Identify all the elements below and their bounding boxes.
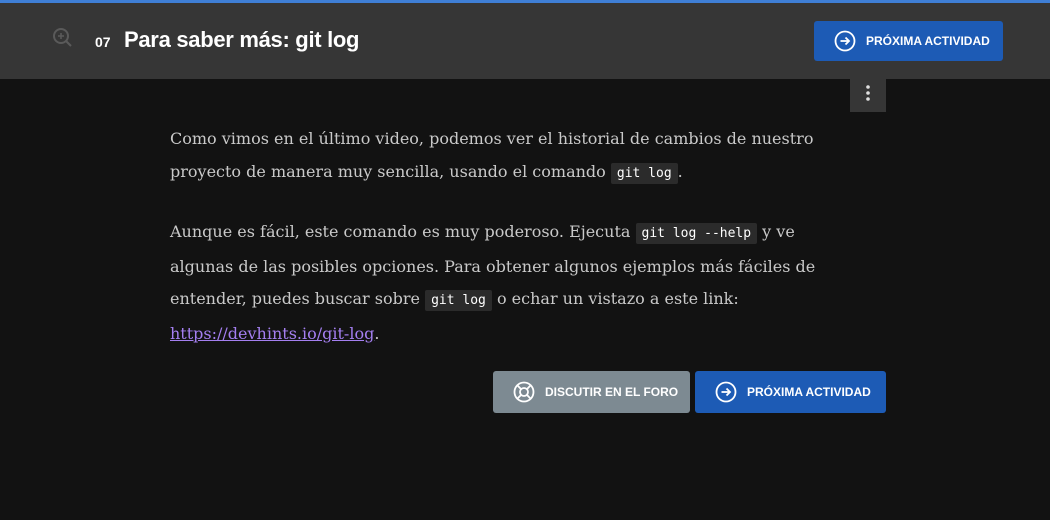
kebab-menu-icon — [865, 84, 871, 107]
paragraph-text: o echar un vistazo a este link: — [491, 289, 739, 308]
next-activity-label: PRÓXIMA ACTIVIDAD — [866, 34, 990, 48]
lifebuoy-icon — [513, 381, 535, 403]
inline-code: git log — [425, 290, 492, 311]
next-activity-button[interactable]: PRÓXIMA ACTIVIDAD — [695, 371, 886, 413]
lesson-number: 07 — [95, 34, 111, 50]
paragraph-1: Como vimos en el último video, podemos v… — [170, 123, 860, 190]
paragraph-text: Aunque es fácil, este comando es muy pod… — [170, 222, 636, 241]
paragraph-text: Como vimos en el último video, podemos v… — [170, 129, 814, 181]
next-activity-label: PRÓXIMA ACTIVIDAD — [747, 385, 871, 399]
paragraph-text: . — [374, 323, 380, 343]
inline-code: git log — [610, 162, 678, 184]
lesson-header: 07 Para saber más: git log PRÓXIMA ACTIV… — [0, 3, 1050, 79]
paragraph-text: . — [677, 161, 683, 181]
paragraph-2: Aunque es fácil, este comando es muy pod… — [170, 216, 860, 350]
arrow-right-circle-icon — [715, 381, 737, 403]
discuss-forum-button[interactable]: DISCUTIR EN EL FORO — [493, 371, 690, 413]
arrow-right-circle-icon — [834, 30, 856, 52]
next-activity-button-header[interactable]: PRÓXIMA ACTIVIDAD — [814, 21, 1003, 61]
discuss-forum-label: DISCUTIR EN EL FORO — [545, 385, 679, 399]
inline-code: git log --help — [635, 223, 758, 244]
lesson-content: Como vimos en el último video, podemos v… — [170, 123, 860, 376]
devhints-link[interactable]: https://devhints.io/git-log — [170, 324, 374, 343]
kebab-menu-button[interactable] — [850, 79, 886, 112]
page-title: Para saber más: git log — [124, 27, 360, 52]
zoom-in-icon[interactable] — [51, 26, 73, 48]
